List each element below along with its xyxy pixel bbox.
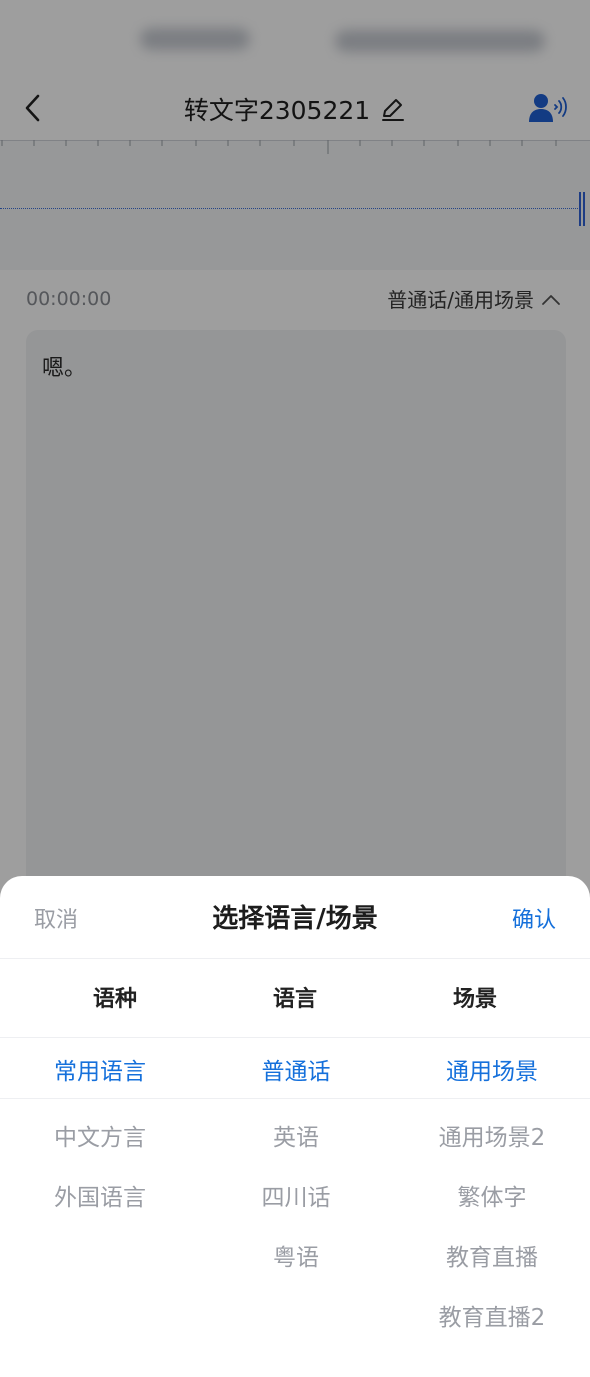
kind-option[interactable]: 中文方言 [5, 1118, 195, 1152]
scene-option-selected[interactable]: 通用场景 [397, 1052, 587, 1086]
selection-highlight-row: 常用语言 普通话 通用场景 [0, 1038, 590, 1099]
kind-option-selected[interactable]: 常用语言 [5, 1052, 195, 1086]
kind-option[interactable]: 外国语言 [5, 1178, 195, 1212]
column-header-scene: 场景 [452, 987, 497, 1012]
scene-option[interactable]: 通用场景2 [397, 1118, 587, 1152]
sheet-title: 选择语言/场景 [212, 904, 378, 934]
language-option[interactable]: 粤语 [201, 1238, 391, 1272]
confirm-button[interactable]: 确认 [512, 902, 556, 934]
language-option-selected[interactable]: 普通话 [201, 1052, 391, 1086]
app-screen: 转文字2305221 00:00:00 普通话/通用场景 嗯。 取消 选择语言/… [0, 0, 590, 1377]
column-header-language: 语言 [272, 987, 317, 1012]
language-option[interactable]: 英语 [201, 1118, 391, 1152]
language-option[interactable]: 四川话 [201, 1178, 391, 1212]
scene-option[interactable]: 教育直播2 [397, 1298, 587, 1332]
scene-option[interactable]: 繁体字 [397, 1178, 587, 1212]
language-scene-sheet: 取消 选择语言/场景 确认 语种 语言 场景 常用语言 普通话 通用场景 中文方… [0, 876, 590, 1377]
sheet-header: 取消 选择语言/场景 确认 [0, 876, 590, 959]
column-headers: 语种 语言 场景 [0, 959, 590, 1038]
scene-option[interactable]: 教育直播 [397, 1238, 587, 1272]
column-header-kind: 语种 [92, 987, 137, 1012]
